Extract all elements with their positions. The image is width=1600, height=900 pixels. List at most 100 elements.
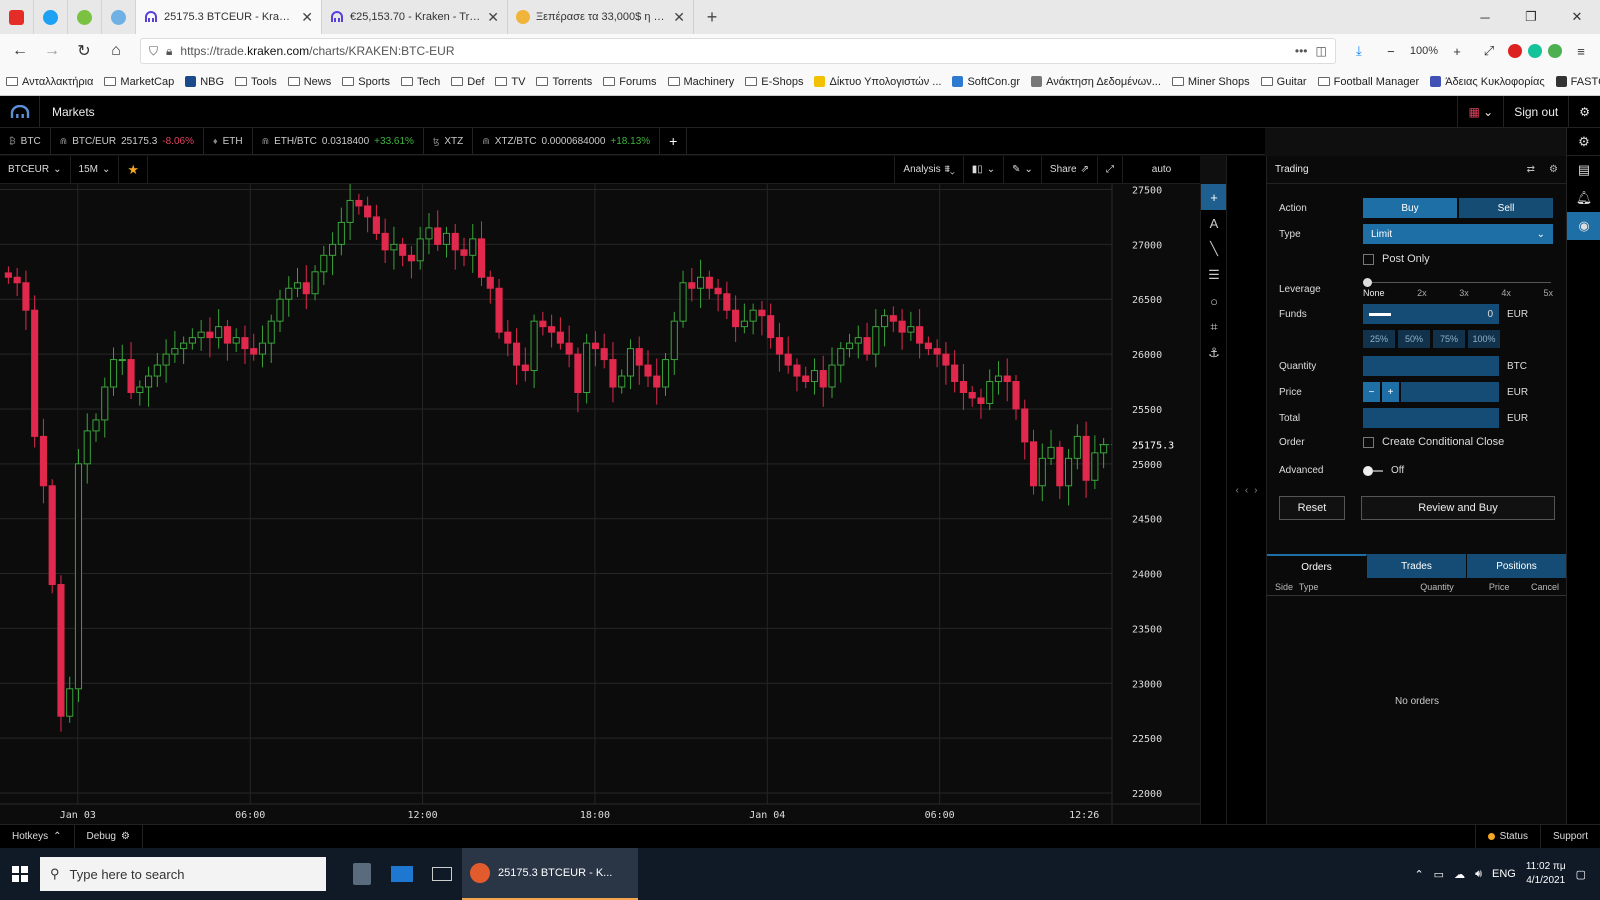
address-bar[interactable]: ⛉ 🔒︎ https://trade.kraken.com/charts/KRA…	[140, 38, 1336, 64]
kraken-logo-icon[interactable]	[0, 95, 40, 128]
notes-icon[interactable]: ▤	[1567, 156, 1600, 184]
bookmark-item[interactable]: Άδειας Κυκλοφορίας	[1430, 76, 1545, 88]
trendline-icon[interactable]: ╲	[1201, 236, 1227, 262]
minimize-icon[interactable]: ─	[1462, 0, 1508, 34]
ticker-item[interactable]: ⋒ BTC/EUR 25175.3 -8.06%	[51, 128, 204, 154]
anchor-tool-icon[interactable]: ⚓︎	[1201, 340, 1227, 366]
bookmark-item[interactable]: Guitar	[1260, 76, 1307, 88]
funds-percent-button[interactable]: 100%	[1468, 330, 1500, 348]
tab-kraken-chart[interactable]: 25175.3 BTCEUR - Kraken trad ✕	[136, 0, 322, 34]
add-ticker-button[interactable]: +	[660, 128, 688, 154]
analysis-menu[interactable]: Analysis ⩩⌄	[894, 156, 962, 183]
gear-icon[interactable]: ⚙	[1568, 96, 1600, 127]
quantity-input[interactable]	[1363, 356, 1499, 376]
lock-icon[interactable]: 🔒︎	[166, 44, 172, 59]
close-window-icon[interactable]: ✕	[1554, 0, 1600, 34]
bookmark-item[interactable]: Torrents	[536, 76, 592, 88]
tab-positions[interactable]: Positions	[1467, 554, 1567, 578]
extension-icon[interactable]	[1548, 44, 1562, 58]
pocket-icon[interactable]: ◫	[1316, 44, 1327, 58]
mail-icon[interactable]	[382, 848, 422, 900]
leverage-option[interactable]: 3x	[1459, 288, 1469, 298]
shield-icon[interactable]: ⛉	[149, 44, 158, 59]
buy-button[interactable]: Buy	[1363, 198, 1457, 218]
slider-handle[interactable]	[1363, 278, 1372, 287]
clock[interactable]: 11:02 πμ 4/1/2021	[1526, 860, 1566, 888]
scale-mode[interactable]: auto	[1122, 156, 1200, 183]
back-button[interactable]: ←	[6, 37, 34, 65]
support-link[interactable]: Support	[1539, 825, 1600, 848]
bookmark-item[interactable]: SoftCon.gr	[952, 76, 1020, 88]
chevron-left-icon[interactable]: ‹	[1235, 485, 1238, 496]
pinned-tab-youtube[interactable]	[0, 0, 34, 34]
advanced-toggle[interactable]	[1363, 465, 1387, 476]
leverage-option[interactable]: None	[1363, 288, 1385, 298]
price-input[interactable]	[1401, 382, 1499, 402]
bookmark-item[interactable]: MarketCap	[104, 76, 174, 88]
pair-selector[interactable]: BTCEUR ⌄	[0, 156, 71, 183]
home-button[interactable]: ⌂	[102, 37, 130, 65]
bookmark-item[interactable]: Ανάκτηση Δεδομένων...	[1031, 76, 1161, 88]
fullscreen-icon[interactable]: ⤢	[1476, 38, 1502, 64]
leverage-option[interactable]: 2x	[1417, 288, 1427, 298]
tab-news-article[interactable]: Ξεπέρασε τα 33,000$ η αξία το ✕	[508, 0, 694, 34]
markets-nav[interactable]: Markets	[40, 105, 107, 119]
pinned-tab-extension[interactable]	[68, 0, 102, 34]
reload-button[interactable]: ↻	[70, 37, 98, 65]
ticker-item[interactable]: ⋒ ETH/BTC 0.0318400 +33.61%	[253, 128, 424, 154]
pinned-tab-cloud[interactable]	[102, 0, 136, 34]
language-indicator[interactable]: ENG	[1492, 868, 1516, 880]
cloud-icon[interactable]: ☁	[1454, 868, 1465, 881]
bookmark-item[interactable]: News	[287, 76, 331, 88]
sell-button[interactable]: Sell	[1459, 198, 1553, 218]
gear-icon[interactable]: ⚙	[1567, 128, 1600, 156]
crosshair-icon[interactable]: +	[1201, 184, 1227, 210]
funds-percent-button[interactable]: 25%	[1363, 330, 1395, 348]
panel-collapse-handles[interactable]: ‹ ‹ ›	[1226, 156, 1266, 824]
calculator-icon[interactable]	[342, 848, 382, 900]
windows-start-icon[interactable]	[0, 848, 40, 900]
tab-trades[interactable]: Trades	[1367, 554, 1467, 578]
price-decrement-button[interactable]: −	[1363, 382, 1380, 402]
leverage-option[interactable]: 5x	[1543, 288, 1553, 298]
bookmark-item[interactable]: E-Shops	[745, 76, 803, 88]
hotkeys-button[interactable]: Hotkeys ⌃	[0, 825, 75, 848]
zoom-out-icon[interactable]: −	[1378, 38, 1404, 64]
bookmark-item[interactable]: Football Manager	[1317, 76, 1419, 88]
ticker-item[interactable]: ₿ BTC	[0, 128, 51, 154]
conditional-close-checkbox[interactable]	[1363, 436, 1374, 448]
bookmark-item[interactable]: NBG	[185, 76, 224, 88]
bookmark-item[interactable]: Forums	[603, 76, 657, 88]
bookmark-item[interactable]: Ανταλλακτήρια	[6, 76, 93, 88]
candlestick-chart[interactable]: 22000 22500 23000 23500 24000 24500 25000 25500…	[0, 184, 1200, 824]
grammarly-icon[interactable]	[1528, 44, 1542, 58]
layout-switcher[interactable]: ▦ ⌄	[1457, 96, 1503, 127]
volume-icon[interactable]: 🔊︎	[1475, 868, 1482, 881]
status-button[interactable]: Status	[1474, 825, 1540, 848]
price-chart[interactable]: 22000 22500 23000 23500 24000 24500 25000 25500…	[0, 184, 1200, 824]
bookmark-item[interactable]: Sports	[342, 76, 390, 88]
envelope-icon[interactable]	[422, 848, 462, 900]
tab-kraken-trade[interactable]: €25,153.70 - Kraken - Trade ✕	[322, 0, 508, 34]
expand-icon[interactable]: ⤢	[1097, 156, 1122, 183]
bookmark-item[interactable]: FASTCUP	[1555, 76, 1600, 88]
share-button[interactable]: Share ⇗	[1040, 156, 1097, 183]
sign-out-button[interactable]: Sign out	[1503, 96, 1568, 127]
post-only-checkbox[interactable]	[1363, 253, 1374, 265]
close-tab-icon[interactable]: ✕	[487, 9, 499, 26]
chevron-left-icon[interactable]: ‹	[1245, 485, 1248, 496]
taskbar-search[interactable]: ⚲ Type here to search	[40, 857, 326, 891]
forward-button[interactable]: →	[38, 37, 66, 65]
price-increment-button[interactable]: +	[1382, 382, 1399, 402]
taskbar-firefox-window[interactable]: 25175.3 BTCEUR - K...	[462, 848, 638, 900]
alerts-icon[interactable]: 🔔︎	[1567, 184, 1600, 212]
total-input[interactable]	[1363, 408, 1499, 428]
pinned-tab-twitter[interactable]	[34, 0, 68, 34]
review-and-buy-button[interactable]: Review and Buy	[1361, 496, 1555, 520]
swap-icon[interactable]: ⇄	[1527, 164, 1535, 175]
gear-icon[interactable]: ⚙	[1549, 164, 1558, 175]
draw-menu[interactable]: ✎ ⌄	[1003, 156, 1041, 183]
bookmark-item[interactable]: Tools	[235, 76, 277, 88]
leverage-option[interactable]: 4x	[1501, 288, 1511, 298]
funds-percent-button[interactable]: 75%	[1433, 330, 1465, 348]
